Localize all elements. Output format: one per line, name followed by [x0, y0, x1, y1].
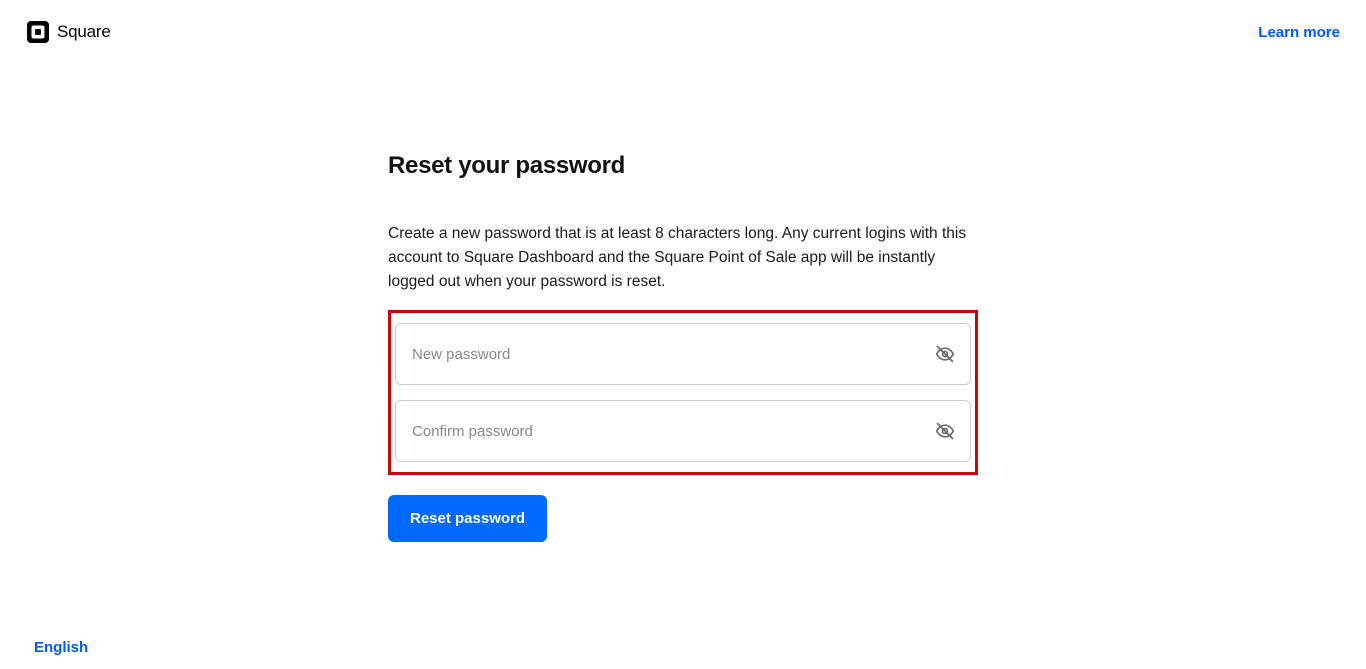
reset-password-button[interactable]: Reset password	[388, 495, 547, 542]
brand-name: Square	[57, 22, 111, 42]
footer: English	[34, 639, 88, 657]
new-password-wrap	[395, 323, 971, 385]
main-content: Reset your password Create a new passwor…	[388, 64, 978, 542]
learn-more-link[interactable]: Learn more	[1258, 24, 1340, 41]
confirm-password-input[interactable]	[395, 400, 971, 462]
language-selector[interactable]: English	[34, 639, 88, 656]
new-password-input[interactable]	[395, 323, 971, 385]
eye-off-icon[interactable]	[935, 421, 955, 441]
brand-logo[interactable]: Square	[26, 20, 111, 44]
eye-off-icon[interactable]	[935, 344, 955, 364]
password-fields-highlight	[388, 310, 978, 475]
square-logo-icon	[26, 20, 50, 44]
page-title: Reset your password	[388, 152, 978, 180]
description-text: Create a new password that is at least 8…	[388, 222, 978, 294]
confirm-password-wrap	[395, 400, 971, 462]
header: Square Learn more	[0, 0, 1366, 64]
